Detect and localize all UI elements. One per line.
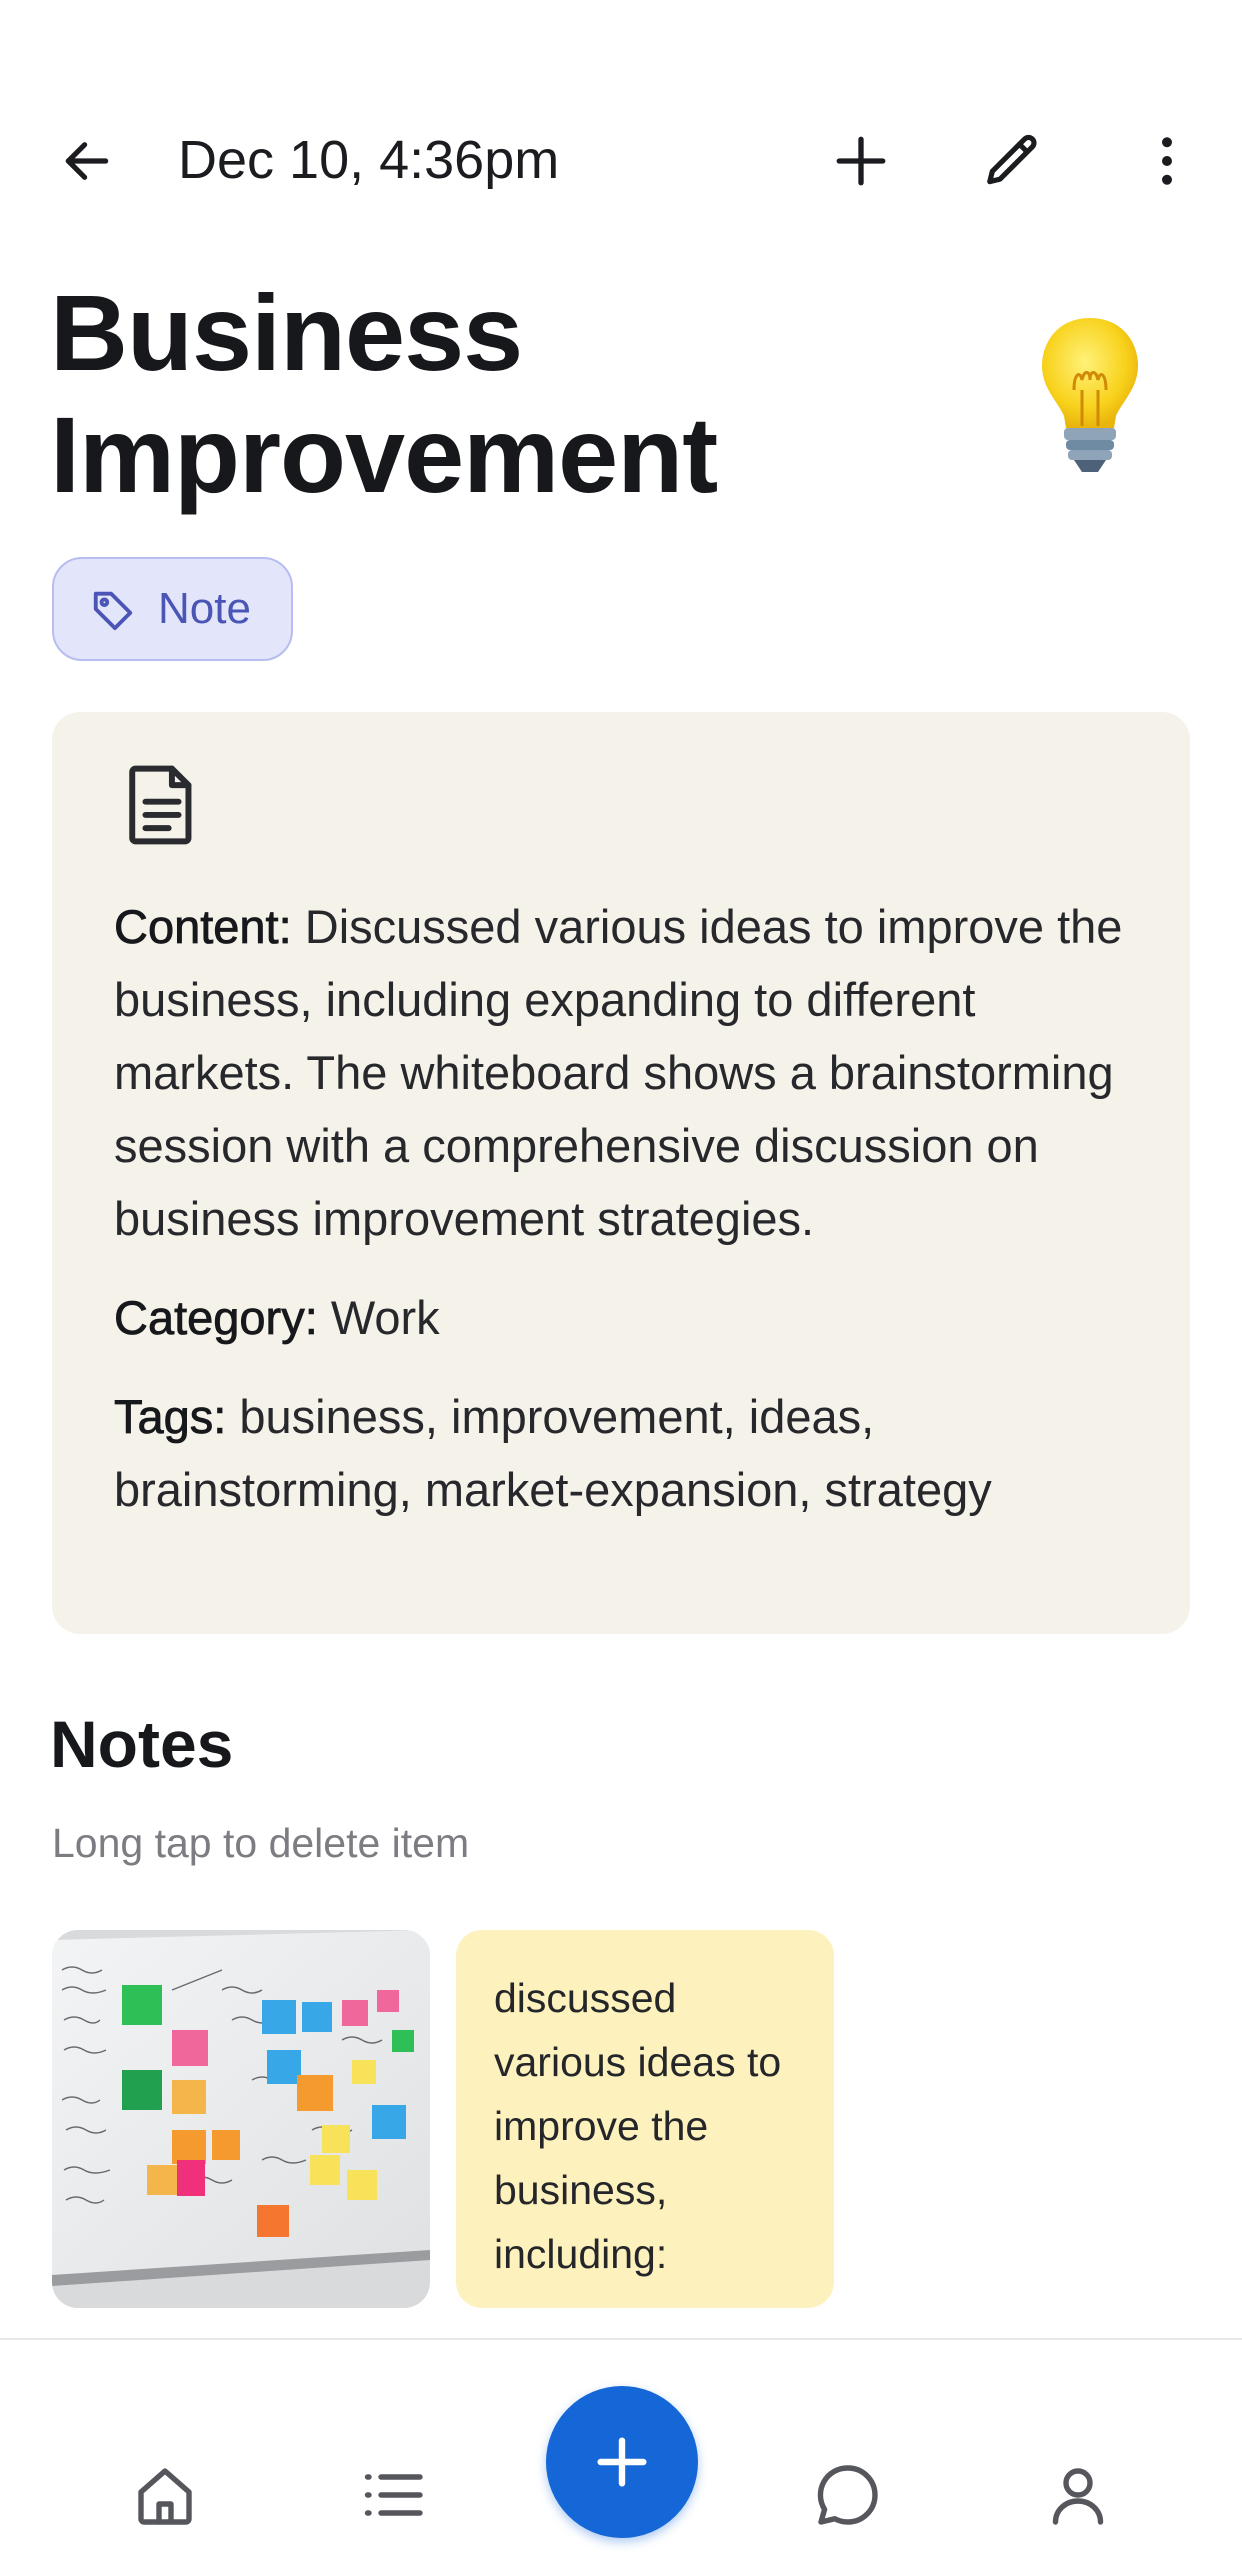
notes-hint: Long tap to delete item <box>52 1820 470 1866</box>
light-bulb-icon <box>1042 318 1138 472</box>
plus-icon <box>597 2437 647 2487</box>
text-note-card[interactable]: discussed various ideas to improve the b… <box>456 1930 834 2308</box>
tags-value: business, improvement, ideas, brainstorm… <box>114 1390 992 1516</box>
chat-icon <box>817 2465 878 2525</box>
notes-heading: Notes <box>50 1707 234 1781</box>
tags-label: Tags: <box>114 1390 227 1444</box>
back-button[interactable] <box>52 126 122 196</box>
add-fab-button[interactable] <box>546 2386 698 2538</box>
chip-label: Note <box>158 584 251 633</box>
edit-button[interactable] <box>978 126 1048 196</box>
top-app-bar: Dec 10, 4:36pm <box>0 100 1242 220</box>
pencil-icon <box>987 134 1037 185</box>
category-row: Category: Work <box>114 1281 1164 1354</box>
document-icon <box>129 765 192 845</box>
add-button[interactable] <box>826 126 896 196</box>
content-label: Content: <box>114 900 292 954</box>
arrow-left-icon <box>65 142 109 180</box>
nav-list-button[interactable] <box>348 2450 438 2540</box>
nav-home-button[interactable] <box>120 2450 210 2540</box>
nav-chat-button[interactable] <box>803 2450 893 2540</box>
plus-icon <box>836 136 886 186</box>
text-note-content: discussed various ideas to improve the b… <box>494 1975 782 2277</box>
tag-icon <box>93 591 133 631</box>
bottom-navigation <box>0 2338 1242 2565</box>
more-vertical-icon <box>1162 137 1172 185</box>
content-row: Content: Discussed various ideas to impr… <box>114 890 1164 1255</box>
more-options-button[interactable] <box>1132 126 1202 196</box>
nav-profile-button[interactable] <box>1033 2450 1123 2540</box>
details-text: Content: Discussed various ideas to impr… <box>114 890 1164 1552</box>
note-date: Dec 10, 4:36pm <box>178 130 560 190</box>
tags-row: Tags: business, improvement, ideas, brai… <box>114 1380 1164 1526</box>
page-title: Business Improvement <box>50 272 718 515</box>
note-type-chip[interactable]: Note <box>52 557 293 661</box>
category-value: Work <box>330 1291 440 1344</box>
category-label: Category: <box>114 1291 319 1345</box>
list-icon <box>364 2474 423 2516</box>
home-icon <box>138 2468 192 2525</box>
profile-icon <box>1052 2468 1104 2525</box>
whiteboard-image-note[interactable] <box>52 1930 430 2308</box>
whiteboard-image <box>52 1930 430 2308</box>
details-card: Content: Discussed various ideas to impr… <box>52 712 1190 1634</box>
